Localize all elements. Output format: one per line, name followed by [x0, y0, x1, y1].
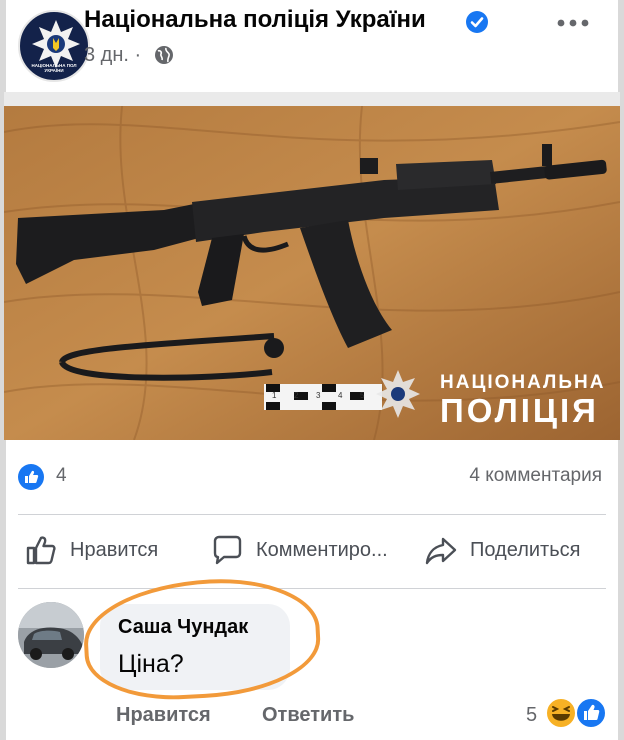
comments-count[interactable]: 4 комментария	[469, 465, 602, 487]
thumbs-up-icon	[26, 536, 56, 565]
haha-icon	[545, 697, 577, 729]
comment-like-button[interactable]: Нравится	[116, 704, 211, 727]
ruler-mark: 4	[338, 391, 343, 400]
likes-count[interactable]: 4	[56, 465, 67, 487]
ruler-mark: 2	[294, 391, 299, 400]
post-time[interactable]: 3 дн. ·	[84, 44, 141, 67]
ruler-mark: 5	[360, 391, 365, 400]
like-reaction-icon[interactable]	[18, 464, 44, 490]
verified-icon	[466, 11, 488, 33]
divider	[18, 588, 606, 589]
speech-bubble-icon	[213, 535, 242, 565]
ruler-mark: 1	[272, 391, 277, 400]
commenter-avatar[interactable]	[18, 602, 84, 668]
page-avatar[interactable]: НАЦІОНАЛЬНА ПОЛ УКРАЇНИ	[18, 10, 90, 82]
comment-reactions-count[interactable]: 5	[526, 704, 537, 727]
divider	[18, 514, 606, 515]
share-button[interactable]: Поделиться	[424, 530, 580, 570]
highlight-ring	[81, 573, 323, 705]
like-button[interactable]: Нравится	[24, 530, 158, 570]
photo-watermark-line-2: ПОЛІЦІЯ	[440, 392, 599, 429]
page-name[interactable]: Національна поліція України	[84, 6, 426, 34]
share-arrow-icon	[425, 537, 457, 565]
photo-watermark-line-1: НАЦІОНАЛЬНА	[440, 372, 606, 393]
comment-reply-button[interactable]: Ответить	[262, 704, 354, 727]
more-options-icon[interactable]	[556, 18, 590, 28]
car-photo-avatar	[18, 602, 84, 668]
globe-icon	[155, 46, 173, 64]
ruler-mark: 3	[316, 391, 321, 400]
avatar-caption: НАЦІОНАЛЬНА ПОЛ УКРАЇНИ	[31, 63, 77, 73]
like-reaction-icon	[575, 697, 607, 729]
comment-button[interactable]: Комментиро...	[210, 530, 388, 570]
